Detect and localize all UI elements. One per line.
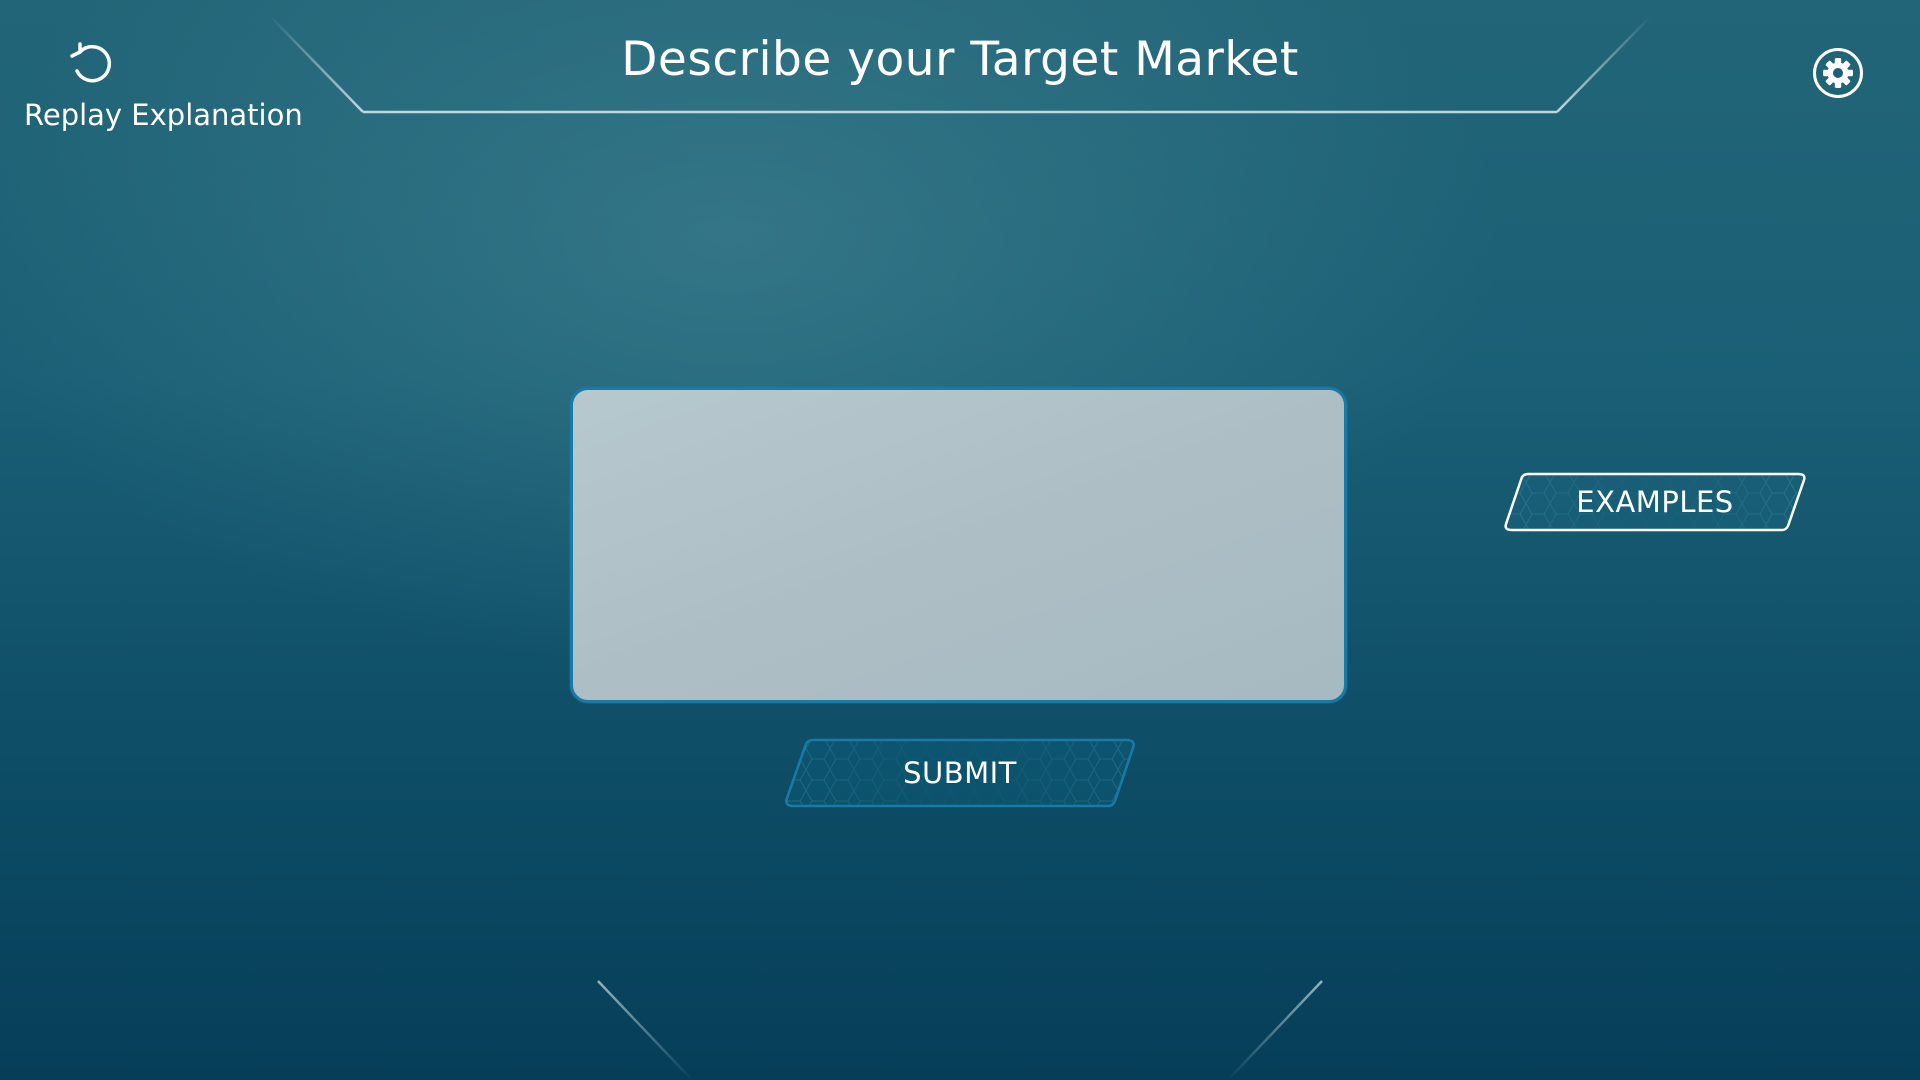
target-market-input[interactable] xyxy=(570,387,1347,703)
submit-button-label: SUBMIT xyxy=(903,756,1017,790)
gear-icon[interactable] xyxy=(1812,47,1864,99)
examples-button-label: EXAMPLES xyxy=(1576,485,1734,519)
replay-explanation-label: Replay Explanation xyxy=(24,98,303,132)
replay-explanation-button[interactable]: Replay Explanation xyxy=(20,36,303,142)
replay-icon[interactable] xyxy=(66,40,116,90)
examples-button[interactable]: EXAMPLES xyxy=(1502,472,1808,532)
submit-button[interactable]: SUBMIT xyxy=(782,738,1138,808)
